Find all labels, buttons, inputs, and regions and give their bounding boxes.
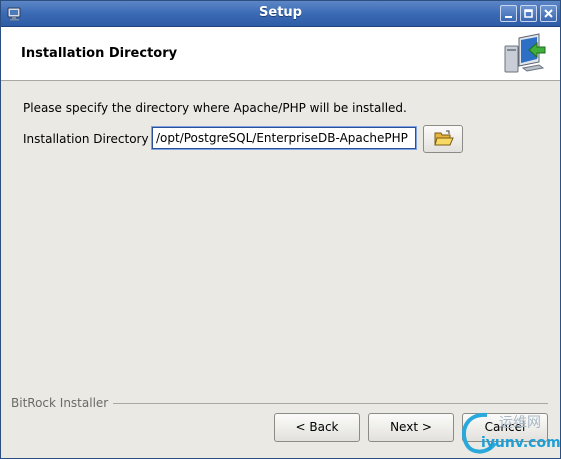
installation-directory-input[interactable] [151, 126, 417, 150]
back-button[interactable]: < Back [274, 413, 360, 442]
browse-folder-button[interactable] [423, 125, 463, 153]
setup-window: Setup Installation Directory Please spec… [0, 0, 561, 459]
computer-install-arrow-icon [504, 33, 546, 73]
open-folder-icon [434, 130, 454, 146]
close-icon [544, 9, 553, 18]
page-title: Installation Directory [21, 46, 178, 61]
cancel-button[interactable]: Cancel [462, 413, 548, 442]
window-title: Setup [259, 5, 302, 20]
maximize-icon [524, 9, 533, 18]
next-button[interactable]: Next > [368, 413, 454, 442]
close-button[interactable] [540, 5, 557, 22]
minimize-button[interactable] [500, 5, 517, 22]
title-bar[interactable]: Setup [1, 1, 560, 27]
installer-brand-label: BitRock Installer [11, 396, 114, 410]
page-header: Installation Directory [1, 27, 560, 81]
installation-directory-label: Installation Directory [23, 132, 149, 146]
maximize-button[interactable] [520, 5, 537, 22]
minimize-icon [505, 16, 512, 18]
intro-text: Please specify the directory where Apach… [23, 101, 407, 115]
